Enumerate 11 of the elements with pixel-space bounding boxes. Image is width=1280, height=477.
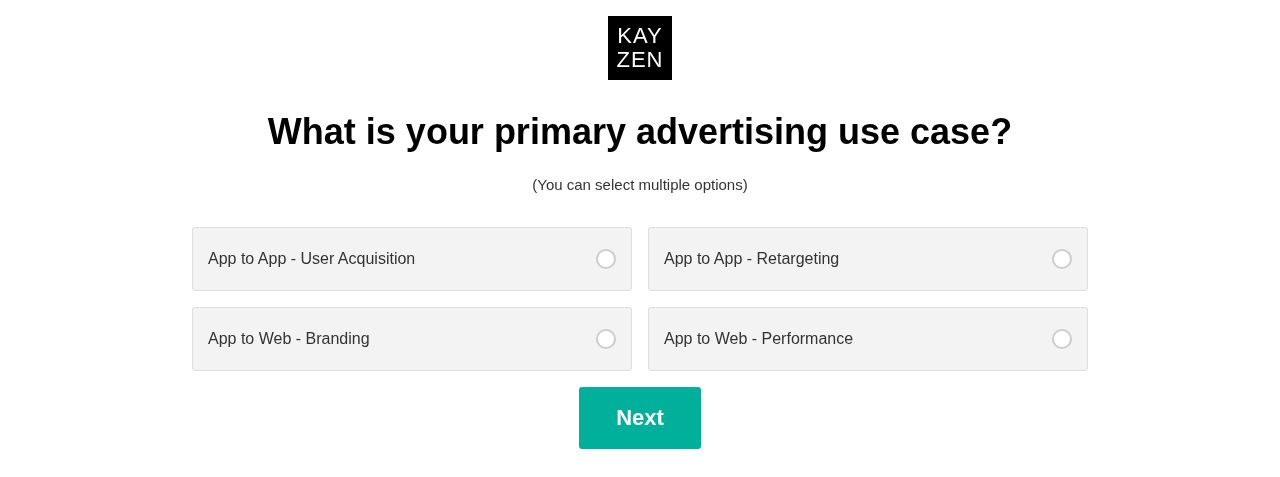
logo: KAY ZEN xyxy=(608,16,672,80)
radio-button[interactable] xyxy=(596,249,616,269)
radio-button[interactable] xyxy=(596,329,616,349)
option-card[interactable]: App to Web - Branding xyxy=(192,307,632,371)
subtitle: (You can select multiple options) xyxy=(532,176,748,193)
option-card[interactable]: App to App - Retargeting xyxy=(648,227,1088,291)
option-card[interactable]: App to Web - Performance xyxy=(648,307,1088,371)
page-title: What is your primary advertising use case? xyxy=(267,110,1013,154)
radio-button[interactable] xyxy=(1052,249,1072,269)
option-card[interactable]: App to App - User Acquisition xyxy=(192,227,632,291)
radio-button[interactable] xyxy=(1052,329,1072,349)
